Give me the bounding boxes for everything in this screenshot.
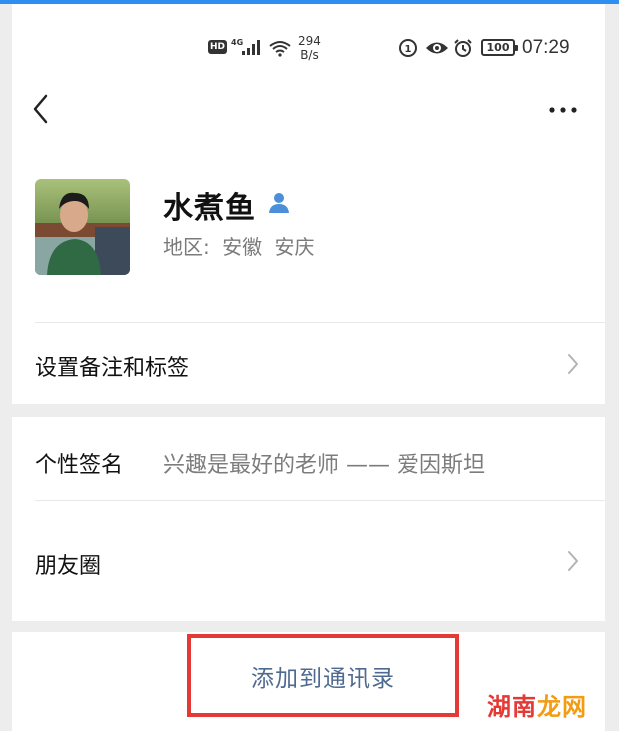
avatar[interactable] xyxy=(35,179,130,275)
battery-indicator: 100 xyxy=(481,39,518,56)
chevron-left-icon xyxy=(33,94,48,124)
add-to-contacts-button[interactable]: 添加到通讯录 xyxy=(187,634,459,717)
hd-badge: HD xyxy=(208,40,227,54)
remark-tags-row[interactable]: 设置备注和标签 xyxy=(35,350,189,382)
divider xyxy=(35,500,605,501)
region-info: 地区: 安徽 安庆 xyxy=(163,231,320,260)
region-province: 安徽 xyxy=(222,235,263,259)
region-label: 地区: xyxy=(163,235,210,259)
moments-row[interactable]: 朋友圈 xyxy=(35,548,101,580)
more-button[interactable] xyxy=(546,100,580,120)
region-city: 安庆 xyxy=(274,235,315,259)
add-to-contacts-label: 添加到通讯录 xyxy=(251,665,395,692)
contact-person-icon xyxy=(269,193,289,213)
network-speed: 294 B/s xyxy=(298,34,321,62)
back-button[interactable] xyxy=(26,92,56,126)
more-dots-icon xyxy=(549,107,577,113)
divider xyxy=(35,322,605,323)
clock: 07:29 xyxy=(522,37,570,58)
svg-text:1: 1 xyxy=(405,44,412,55)
dnd-icon: 1 xyxy=(399,39,417,57)
watermark-part1: 湖南 xyxy=(487,693,537,721)
speed-unit: B/s xyxy=(300,48,319,62)
chevron-right-icon xyxy=(568,551,578,571)
wifi-icon xyxy=(269,41,291,57)
watermark: 湖南龙网 xyxy=(487,687,587,722)
signal-icon xyxy=(242,40,260,55)
signature-value: 兴趣是最好的老师 —— 爱因斯坦 xyxy=(163,453,485,478)
signature-label: 个性签名 xyxy=(35,453,124,478)
chevron-right-icon xyxy=(568,354,578,374)
watermark-part2: 龙网 xyxy=(537,693,587,721)
eye-icon xyxy=(426,42,448,54)
contact-name: 水煮鱼 xyxy=(163,191,256,226)
status-bar: HD 4G 294 B/s 1 100 07:29 xyxy=(0,28,619,68)
speed-value: 294 xyxy=(298,34,321,48)
alarm-icon xyxy=(454,39,472,57)
